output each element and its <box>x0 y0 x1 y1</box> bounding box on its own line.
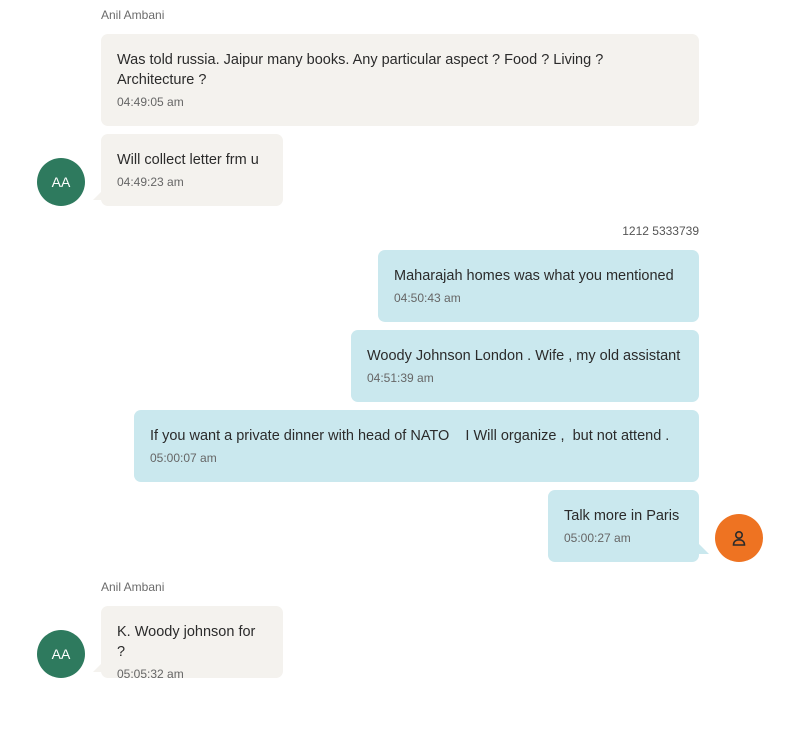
sender-phone: 1212 5333739 <box>622 224 699 238</box>
message-time: 05:00:27 am <box>564 531 631 545</box>
message-bubble-outgoing[interactable]: If you want a private dinner with head o… <box>134 410 699 482</box>
self-avatar[interactable] <box>715 514 763 562</box>
sender-name: Anil Ambani <box>101 580 165 594</box>
person-icon <box>732 530 746 546</box>
message-text: If you want a private dinner with head o… <box>150 428 670 444</box>
message-text: Woody Johnson London . Wife , my old ass… <box>367 348 681 364</box>
message-bubble-outgoing[interactable]: Talk more in Paris 05:00:27 am <box>548 490 709 562</box>
message-time: 04:50:43 am <box>394 291 461 305</box>
message-time: 04:51:39 am <box>367 371 434 385</box>
message-text: Maharajah homes was what you mentioned <box>394 268 674 284</box>
message-time: 04:49:23 am <box>117 175 184 189</box>
message-bubble-incoming[interactable]: Will collect letter frm u 04:49:23 am <box>93 134 283 206</box>
message-text: Talk more in Paris <box>564 508 680 524</box>
avatar-initials: AA <box>51 174 71 190</box>
message-time: 04:49:05 am <box>117 95 184 109</box>
message-time: 05:05:32 am <box>117 667 184 681</box>
message-text: Was told russia. Jaipur many books. Any … <box>117 52 604 88</box>
message-text: K. Woody johnson for ? <box>117 624 256 660</box>
message-bubble-outgoing[interactable]: Maharajah homes was what you mentioned 0… <box>378 250 699 322</box>
message-time: 05:00:07 am <box>150 451 217 465</box>
avatar[interactable]: AA <box>37 158 85 206</box>
avatar[interactable]: AA <box>37 630 85 678</box>
sender-name: Anil Ambani <box>101 8 165 22</box>
message-bubble-incoming[interactable]: K. Woody johnson for ? 05:05:32 am <box>93 606 283 681</box>
avatar-initials: AA <box>51 646 71 662</box>
message-bubble-outgoing[interactable]: Woody Johnson London . Wife , my old ass… <box>351 330 699 402</box>
message-bubble-incoming[interactable]: Was told russia. Jaipur many books. Any … <box>101 34 699 126</box>
message-thread: Anil Ambani Was told russia. Jaipur many… <box>0 0 796 730</box>
message-text: Will collect letter frm u <box>117 152 259 168</box>
